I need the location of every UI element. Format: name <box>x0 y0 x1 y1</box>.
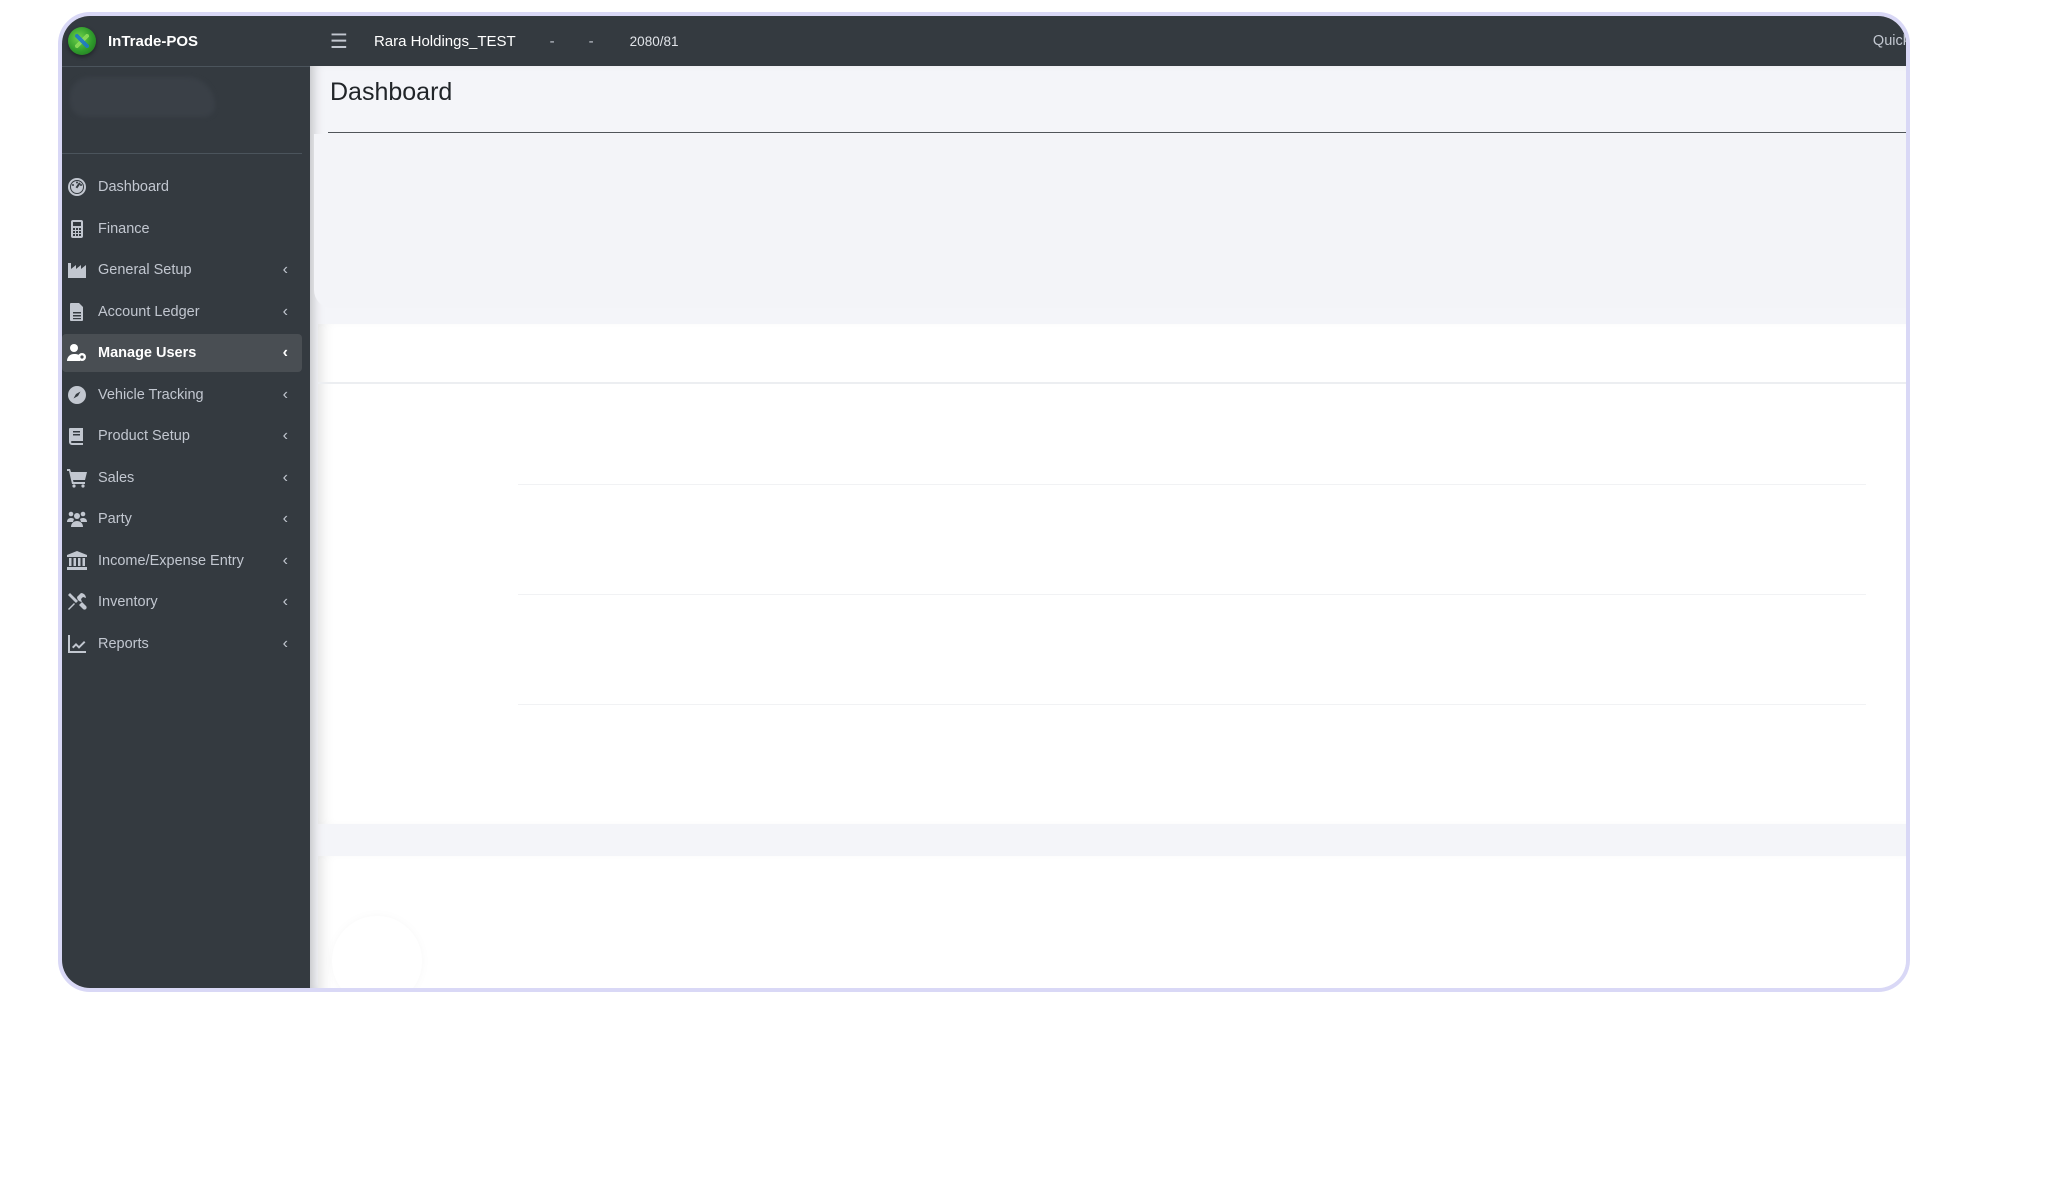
sidebar-nav: Dashboard Finance General Setup ‹ Accoun… <box>62 168 310 663</box>
brand-logo-icon <box>68 27 96 55</box>
page-title: Dashboard <box>330 78 453 106</box>
app-window: InTrade-POS Dashboard Finance General Se… <box>58 12 1910 992</box>
quick-link[interactable]: Quick <box>1873 33 1906 49</box>
chart-placeholder <box>332 916 422 988</box>
sidebar-item-label: Party <box>98 511 132 527</box>
sidebar-item-reports[interactable]: Reports ‹ <box>62 625 302 663</box>
separator: - <box>588 32 594 50</box>
sidebar-item-label: Dashboard <box>98 179 169 195</box>
sidebar-item-label: Income/Expense Entry <box>98 552 244 569</box>
sidebar-item-label: Inventory <box>98 594 158 610</box>
company-name: Rara Holdings_TEST <box>373 32 516 50</box>
gridline <box>518 594 1866 595</box>
users-cog-icon <box>66 342 88 364</box>
hamburger-icon[interactable]: ☰ <box>330 29 348 54</box>
top-navbar: ☰ Rara Holdings_TEST - - 2080/81 Quick <box>310 16 1906 66</box>
university-icon <box>66 550 88 572</box>
sidebar-item-income-expense-entry[interactable]: Income/Expense Entry ‹ <box>62 542 302 580</box>
shopping-cart-icon <box>66 467 88 489</box>
sidebar-item-label: Vehicle Tracking <box>98 386 204 403</box>
industry-icon <box>66 259 88 281</box>
chevron-left-icon: ‹ <box>282 468 288 486</box>
chevron-left-icon: ‹ <box>282 551 288 569</box>
tachometer-icon <box>66 176 88 198</box>
chevron-left-icon: ‹ <box>282 510 288 527</box>
user-panel-placeholder <box>70 77 215 117</box>
separator: - <box>549 32 555 50</box>
sidebar-item-vehicle-tracking[interactable]: Vehicle Tracking ‹ <box>62 376 302 414</box>
user-panel <box>62 67 302 154</box>
chevron-left-icon: ‹ <box>282 634 288 652</box>
card-header <box>318 324 1906 384</box>
chevron-left-icon: ‹ <box>282 302 288 320</box>
sidebar-item-dashboard[interactable]: Dashboard <box>62 168 302 206</box>
brand-name: InTrade-POS <box>108 32 199 50</box>
sidebar-item-party[interactable]: Party ‹ <box>62 500 302 538</box>
calculator-icon <box>66 218 88 240</box>
sidebar-item-finance[interactable]: Finance <box>62 210 302 248</box>
sidebar-item-label: Product Setup <box>98 428 190 444</box>
tools-icon <box>66 591 88 613</box>
sidebar-item-product-setup[interactable]: Product Setup ‹ <box>62 417 302 455</box>
chevron-left-icon: ‹ <box>282 593 288 610</box>
title-divider <box>328 132 1906 133</box>
chart-card-secondary <box>318 856 1906 988</box>
sidebar-item-label: Reports <box>98 635 149 652</box>
main-content: Dashboard <box>310 66 1906 988</box>
sidebar-item-label: Manage Users <box>98 345 197 361</box>
sidebar-item-account-ledger[interactable]: Account Ledger ‹ <box>62 293 302 331</box>
sidebar-item-label: General Setup <box>98 262 192 278</box>
sidebar-item-label: Sales <box>98 469 135 486</box>
chart-line-icon <box>66 633 88 655</box>
compass-icon <box>66 384 88 406</box>
chart-card <box>318 324 1906 824</box>
sidebar-item-inventory[interactable]: Inventory ‹ <box>62 583 302 621</box>
chevron-left-icon: ‹ <box>282 261 288 278</box>
users-icon <box>66 508 88 530</box>
chevron-left-icon: ‹ <box>282 344 288 361</box>
sidebar-item-sales[interactable]: Sales ‹ <box>62 459 302 497</box>
fiscal-year: 2080/81 <box>629 33 679 49</box>
brand-link[interactable]: InTrade-POS <box>62 16 310 67</box>
sidebar-item-label: Account Ledger <box>98 303 200 320</box>
sidebar-item-label: Finance <box>98 220 150 237</box>
sidebar: InTrade-POS Dashboard Finance General Se… <box>62 16 310 988</box>
gridline <box>518 704 1866 705</box>
sidebar-item-general-setup[interactable]: General Setup ‹ <box>62 251 302 289</box>
sidebar-item-manage-users[interactable]: Manage Users ‹ <box>62 334 302 372</box>
chevron-left-icon: ‹ <box>282 427 288 444</box>
file-alt-icon <box>66 301 88 323</box>
book-icon <box>66 425 88 447</box>
stats-area <box>314 134 1906 308</box>
chevron-left-icon: ‹ <box>282 385 288 403</box>
gridline <box>518 484 1866 485</box>
